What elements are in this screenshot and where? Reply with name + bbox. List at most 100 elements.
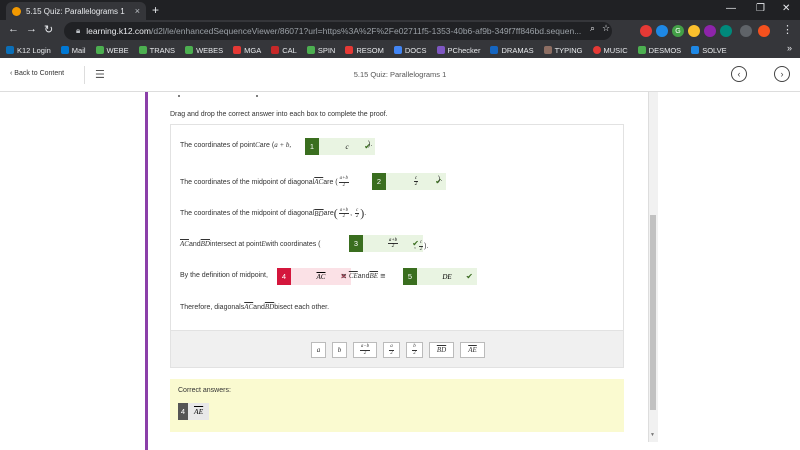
bookmark-label: SPIN <box>317 45 336 55</box>
bookmark-dramas[interactable]: DRAMAS <box>490 45 534 55</box>
bookmark-webes[interactable]: WEBES <box>185 46 223 55</box>
segment-ac: AC <box>180 240 189 248</box>
box-number: 4 <box>277 268 291 285</box>
extension-yellow-icon[interactable] <box>688 25 700 37</box>
box-value: c ✔ <box>319 138 375 155</box>
bookmark-music[interactable]: MUSIC <box>592 46 628 55</box>
drop-box-1[interactable]: 1 c ✔ <box>305 138 375 155</box>
answer-text: DE <box>442 272 452 281</box>
bookmark-solve[interactable]: SOLVE <box>691 45 727 55</box>
browser-toolbar: ← → ↻ 🔒︎ learning.k12.com/d2l/le/enhance… <box>0 20 800 42</box>
answer-chip-a-minus-b-over-2[interactable]: a−b 2 <box>353 342 377 358</box>
congruent-symbol: ≅ <box>341 273 347 280</box>
proof-line-2: The coordinates of the midpoint of diago… <box>180 176 350 188</box>
browser-menu-icon[interactable]: ⋮ <box>782 23 793 36</box>
bookmark-typing[interactable]: TYPING <box>543 45 583 55</box>
bookmark-label: SOLVE <box>702 45 727 55</box>
proof-line-4-end: , c 2). <box>414 240 428 252</box>
text: , <box>350 210 353 217</box>
answer-chip-a-over-2[interactable]: a2 <box>383 342 400 358</box>
denominator: 2 <box>355 214 359 219</box>
new-tab-button[interactable]: + <box>152 3 159 17</box>
grammarly-icon[interactable]: G <box>672 25 684 37</box>
bookmark-trans[interactable]: TRANS <box>138 45 176 55</box>
denominator: 2 <box>391 244 395 249</box>
bookmarks-bar: K12 Login Mail WEBE TRANS WEBES MGA CAL … <box>0 42 800 58</box>
bookmark-webe[interactable]: WEBE <box>95 46 129 55</box>
browser-tab[interactable]: 5.15 Quiz: Parallelograms 1 × <box>6 2 146 20</box>
bookmarks-overflow-icon[interactable]: » <box>787 43 792 53</box>
chevron-right-icon: › <box>780 69 784 79</box>
drop-box-2[interactable]: 2 c 2 ✔ <box>372 173 446 190</box>
resom-icon <box>345 46 354 54</box>
minimize-icon[interactable]: — <box>726 3 736 14</box>
proof-panel <box>170 124 624 330</box>
dramas-icon <box>490 46 499 54</box>
text: bisect each other. <box>274 303 330 311</box>
text: Therefore, diagonals <box>180 303 245 311</box>
chevron-left-icon: ‹ <box>737 69 741 79</box>
close-window-icon[interactable]: ✕ <box>782 3 790 14</box>
previous-button[interactable]: ‹ <box>731 66 747 82</box>
extension-red-icon[interactable] <box>640 25 652 37</box>
drop-box-4[interactable]: 4 AC ✕ <box>277 268 351 285</box>
bookmark-pchecker[interactable]: PChecker <box>436 46 480 55</box>
bookmark-k12-login[interactable]: K12 Login <box>6 46 51 55</box>
reload-icon[interactable]: ↻ <box>44 23 53 36</box>
coordinate-expr: a + b, <box>274 141 292 149</box>
bookmark-docs[interactable]: DOCS <box>393 46 427 55</box>
bookmark-label: TYPING <box>554 45 583 55</box>
answer-chip-b-over-2[interactable]: b2 <box>406 342 423 358</box>
bookmark-resom[interactable]: RESOM <box>345 46 384 55</box>
tab-close-icon[interactable]: × <box>135 6 140 16</box>
denominator: 2 <box>413 350 416 356</box>
cal-icon <box>271 46 280 54</box>
correct-answers-panel <box>170 379 624 432</box>
segment-ac: AC <box>244 303 254 311</box>
star-icon[interactable]: ☆ <box>602 23 610 34</box>
box-number: 3 <box>349 235 363 252</box>
box-number: 1 <box>305 138 319 155</box>
extensions-puzzle-icon[interactable] <box>740 25 752 37</box>
bookmark-mga[interactable]: MGA <box>233 46 261 55</box>
cut-off-mark <box>256 95 258 97</box>
accent-bar <box>145 92 148 450</box>
leaf-icon <box>306 46 315 54</box>
bookmark-cal[interactable]: CAL <box>271 46 297 55</box>
chip-label: BD <box>436 346 447 354</box>
address-bar[interactable]: 🔒︎ learning.k12.com/d2l/le/enhancedSeque… <box>64 22 612 40</box>
bookmark-spin[interactable]: SPIN <box>306 45 336 55</box>
profile-avatar[interactable] <box>758 25 770 37</box>
answer-chip-b[interactable]: b <box>332 342 347 358</box>
typing-icon <box>543 46 552 54</box>
search-icon[interactable]: ⌕ <box>590 23 595 34</box>
bookmark-mail[interactable]: Mail <box>60 46 86 55</box>
back-arrow-icon[interactable]: ← <box>8 23 19 35</box>
proof-line-1: The coordinates of point C are (a + b, <box>180 141 291 149</box>
text: and <box>188 240 201 248</box>
answer-chip-a[interactable]: a <box>311 342 326 358</box>
scrollbar-thumb[interactable] <box>650 215 656 410</box>
bookmark-label: DRAMAS <box>501 45 534 55</box>
bookmark-desmos[interactable]: DESMOS <box>637 46 681 55</box>
fraction: a+b 2 <box>387 238 399 250</box>
next-button[interactable]: › <box>774 66 790 82</box>
drop-box-3[interactable]: 3 a+b 2 ✔ <box>349 235 423 252</box>
bookmark-label: K12 Login <box>17 45 51 55</box>
bookmark-label: TRANS <box>149 45 176 55</box>
forward-arrow-icon[interactable]: → <box>26 23 37 35</box>
scroll-down-icon[interactable]: ▼ <box>650 432 655 438</box>
text: ). <box>424 242 429 250</box>
extension-teal-icon[interactable] <box>720 25 732 37</box>
extension-purple-icon[interactable] <box>704 25 716 37</box>
extension-blue-icon[interactable] <box>656 25 668 37</box>
answer-chip-bd[interactable]: BD <box>429 342 454 358</box>
instruction-text: Drag and drop the correct answer into ea… <box>170 111 388 118</box>
text: . <box>466 272 468 279</box>
maximize-icon[interactable]: ❐ <box>756 3 765 14</box>
leaf-icon <box>637 46 646 54</box>
segment-bd: BD <box>200 240 210 248</box>
music-icon <box>592 46 601 54</box>
answer-chip-ae[interactable]: AE <box>460 342 485 358</box>
leaf-icon <box>185 46 194 54</box>
